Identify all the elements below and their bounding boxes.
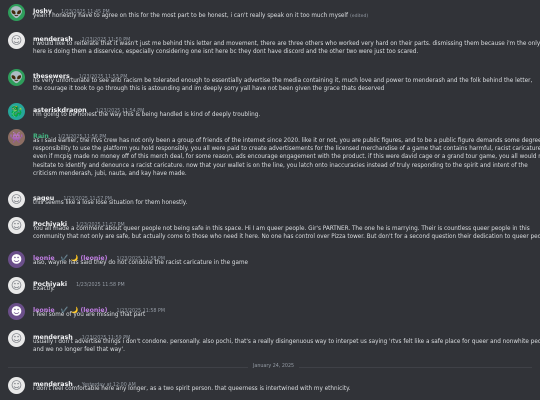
discord-logo-icon: ☺ — [10, 219, 23, 232]
message-text: i'm going to be honest the way this is b… — [33, 112, 261, 118]
discord-logo-icon: ☺ — [10, 332, 23, 345]
message-text: also, wayne has said they do not condone… — [33, 260, 249, 266]
avatar[interactable]: ☺ — [8, 191, 25, 208]
avatar[interactable]: 🐉 — [8, 103, 25, 120]
character-icon: ☻ — [10, 253, 23, 266]
avatar[interactable]: ☺ — [8, 330, 25, 347]
message-text: i don't feel comfortable here any longer… — [33, 386, 351, 392]
avatar[interactable]: ☺ — [8, 217, 25, 234]
message-text: as i said earlier, the rtvs crew has not… — [33, 138, 540, 177]
alien-face-icon: 👽 — [9, 71, 24, 84]
date-divider: January 24, 2025 — [8, 362, 532, 372]
avatar[interactable]: ☺ — [8, 277, 25, 294]
avatar[interactable]: 👾 — [8, 129, 25, 146]
discord-logo-icon: ☺ — [10, 34, 23, 47]
message-text: its very unfortunate to see anti racism … — [33, 78, 533, 93]
chat-messages: 👽 Joshy 1/23/2025 11:45 PM yeah i honest… — [0, 0, 540, 400]
discord-logo-icon: ☺ — [10, 379, 23, 392]
character-icon: ☻ — [10, 305, 23, 318]
pixel-character-icon: 👾 — [9, 131, 24, 144]
message-text: yeah i honestly have to agree on this fo… — [33, 13, 369, 19]
avatar[interactable]: ☻ — [8, 251, 25, 268]
avatar[interactable]: ☺ — [8, 32, 25, 49]
discord-logo-icon: ☺ — [10, 193, 23, 206]
message-text: Exactly. — [33, 286, 55, 292]
alien-face-icon: 👽 — [9, 6, 24, 19]
avatar[interactable]: 👽 — [8, 69, 25, 86]
message-text: i feel some of you are missing that part — [33, 312, 146, 318]
edited-label: (edited) — [350, 14, 369, 19]
message-text: usually i don't advertise things i don't… — [33, 339, 540, 354]
date-divider-label: January 24, 2025 — [248, 362, 300, 372]
avatar[interactable]: ☺ — [8, 377, 25, 394]
avatar[interactable]: 👽 — [8, 4, 25, 21]
message-text: this seems like a lose lose situation fo… — [33, 200, 188, 206]
dragon-icon: 🐉 — [9, 105, 24, 118]
avatar[interactable]: ☻ — [8, 303, 25, 320]
discord-logo-icon: ☺ — [10, 279, 23, 292]
message-text: You all made a comment about queer peopl… — [33, 226, 540, 241]
message-text: i would like to reiterate that it wasn't… — [33, 41, 540, 56]
